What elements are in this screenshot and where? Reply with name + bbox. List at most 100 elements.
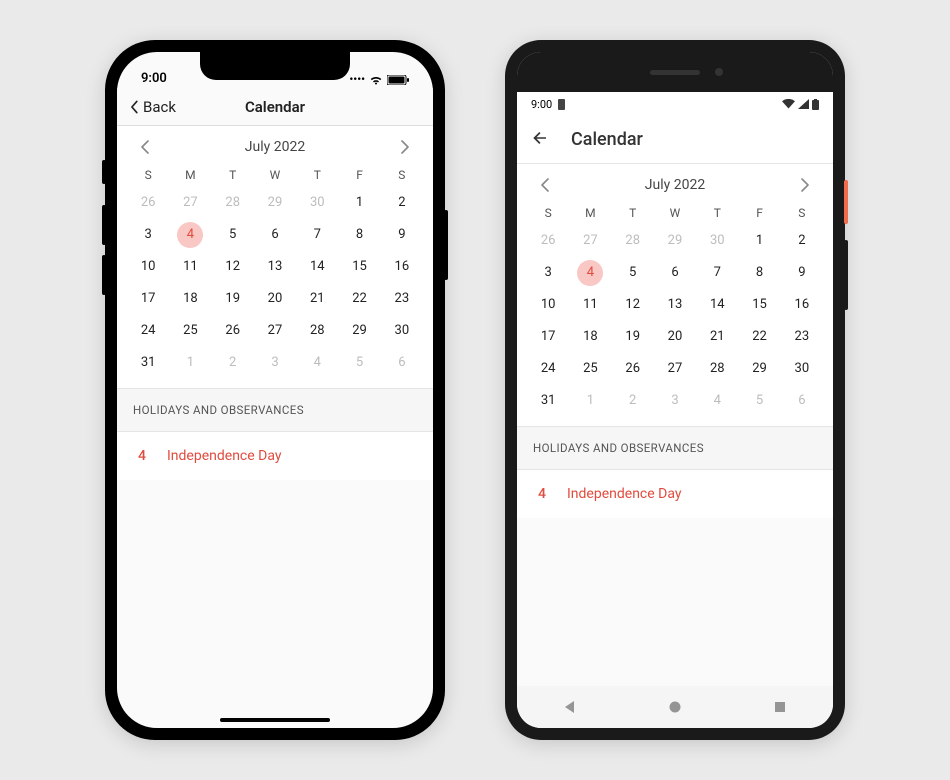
calendar-day[interactable]: 13 [254,252,296,282]
calendar-day[interactable]: 30 [381,316,423,346]
calendar-day[interactable]: 14 [696,290,738,320]
calendar-day[interactable]: 2 [381,188,423,218]
calendar-day[interactable]: 9 [781,258,823,288]
prev-month-button[interactable] [533,174,555,196]
calendar-day[interactable]: 8 [338,220,380,250]
calendar-day[interactable]: 3 [654,386,696,416]
calendar-day[interactable]: 30 [296,188,338,218]
calendar-day[interactable]: 28 [696,354,738,384]
calendar-day[interactable]: 10 [527,290,569,320]
calendar-day[interactable]: 4 [296,348,338,378]
calendar-day[interactable]: 18 [169,284,211,314]
calendar-day[interactable]: 20 [654,322,696,352]
calendar-day[interactable]: 4 [569,258,611,288]
calendar-day[interactable]: 29 [338,316,380,346]
calendar-day[interactable]: 28 [612,226,654,256]
weekday-label: F [738,206,780,220]
calendar-day[interactable]: 27 [654,354,696,384]
calendar-day[interactable]: 17 [127,284,169,314]
back-button[interactable] [531,129,549,151]
calendar-day[interactable]: 26 [212,316,254,346]
calendar-day[interactable]: 28 [212,188,254,218]
calendar-day[interactable]: 23 [381,284,423,314]
calendar-day[interactable]: 4 [169,220,211,250]
calendar-day[interactable]: 8 [738,258,780,288]
calendar-day[interactable]: 22 [738,322,780,352]
calendar-day[interactable]: 24 [127,316,169,346]
calendar-day[interactable]: 9 [381,220,423,250]
calendar-day[interactable]: 30 [781,354,823,384]
calendar-day[interactable]: 31 [127,348,169,378]
calendar-day[interactable]: 11 [569,290,611,320]
calendar-day[interactable]: 11 [169,252,211,282]
calendar-day[interactable]: 21 [296,284,338,314]
calendar-day[interactable]: 15 [338,252,380,282]
nav-recent-icon[interactable] [773,700,787,714]
calendar-day[interactable]: 16 [381,252,423,282]
calendar-day[interactable]: 22 [338,284,380,314]
calendar-day[interactable]: 2 [212,348,254,378]
calendar-day[interactable]: 12 [612,290,654,320]
calendar-day[interactable]: 6 [781,386,823,416]
next-month-button[interactable] [795,174,817,196]
calendar-day[interactable]: 27 [569,226,611,256]
calendar-day[interactable]: 13 [654,290,696,320]
calendar-day[interactable]: 6 [381,348,423,378]
weekday-label: S [781,206,823,220]
calendar-day[interactable]: 6 [654,258,696,288]
calendar-day[interactable]: 7 [696,258,738,288]
calendar-day[interactable]: 25 [569,354,611,384]
prev-month-button[interactable] [133,136,155,158]
calendar-day[interactable]: 1 [338,188,380,218]
calendar-day[interactable]: 5 [212,220,254,250]
event-row[interactable]: 4Independence Day [117,432,433,480]
calendar-day[interactable]: 30 [696,226,738,256]
calendar-day[interactable]: 12 [212,252,254,282]
calendar-day[interactable]: 1 [169,348,211,378]
calendar-day[interactable]: 7 [296,220,338,250]
calendar-day[interactable]: 21 [696,322,738,352]
event-row[interactable]: 4Independence Day [517,470,833,518]
calendar-day[interactable]: 1 [738,226,780,256]
calendar-day[interactable]: 19 [212,284,254,314]
calendar-day[interactable]: 27 [254,316,296,346]
calendar-day[interactable]: 29 [254,188,296,218]
calendar-day[interactable]: 14 [296,252,338,282]
android-app-bar: Calendar [517,116,833,164]
calendar-day[interactable]: 2 [781,226,823,256]
calendar-day[interactable]: 25 [169,316,211,346]
calendar-day[interactable]: 4 [696,386,738,416]
calendar-day[interactable]: 2 [612,386,654,416]
calendar-day[interactable]: 6 [254,220,296,250]
next-month-button[interactable] [395,136,417,158]
calendar-day[interactable]: 27 [169,188,211,218]
calendar-day[interactable]: 31 [527,386,569,416]
calendar-day[interactable]: 15 [738,290,780,320]
calendar-day[interactable]: 18 [569,322,611,352]
calendar-day[interactable]: 29 [654,226,696,256]
calendar-day[interactable]: 29 [738,354,780,384]
calendar-day[interactable]: 3 [127,220,169,250]
calendar-day[interactable]: 24 [527,354,569,384]
nav-home-icon[interactable] [668,700,682,714]
calendar-day[interactable]: 26 [612,354,654,384]
chevron-left-icon [540,178,549,192]
back-button[interactable]: Back [127,98,176,116]
calendar-day[interactable]: 5 [612,258,654,288]
calendar-day[interactable]: 20 [254,284,296,314]
calendar-day[interactable]: 26 [127,188,169,218]
calendar-day[interactable]: 5 [338,348,380,378]
calendar-day[interactable]: 19 [612,322,654,352]
calendar-day[interactable]: 3 [254,348,296,378]
calendar-day[interactable]: 3 [527,258,569,288]
calendar-day[interactable]: 17 [527,322,569,352]
calendar-day[interactable]: 10 [127,252,169,282]
calendar-day[interactable]: 5 [738,386,780,416]
nav-back-icon[interactable] [563,700,577,714]
calendar-day[interactable]: 26 [527,226,569,256]
calendar-day[interactable]: 16 [781,290,823,320]
calendar-day[interactable]: 23 [781,322,823,352]
calendar-day[interactable]: 28 [296,316,338,346]
calendar-day[interactable]: 1 [569,386,611,416]
power-button [444,210,448,280]
